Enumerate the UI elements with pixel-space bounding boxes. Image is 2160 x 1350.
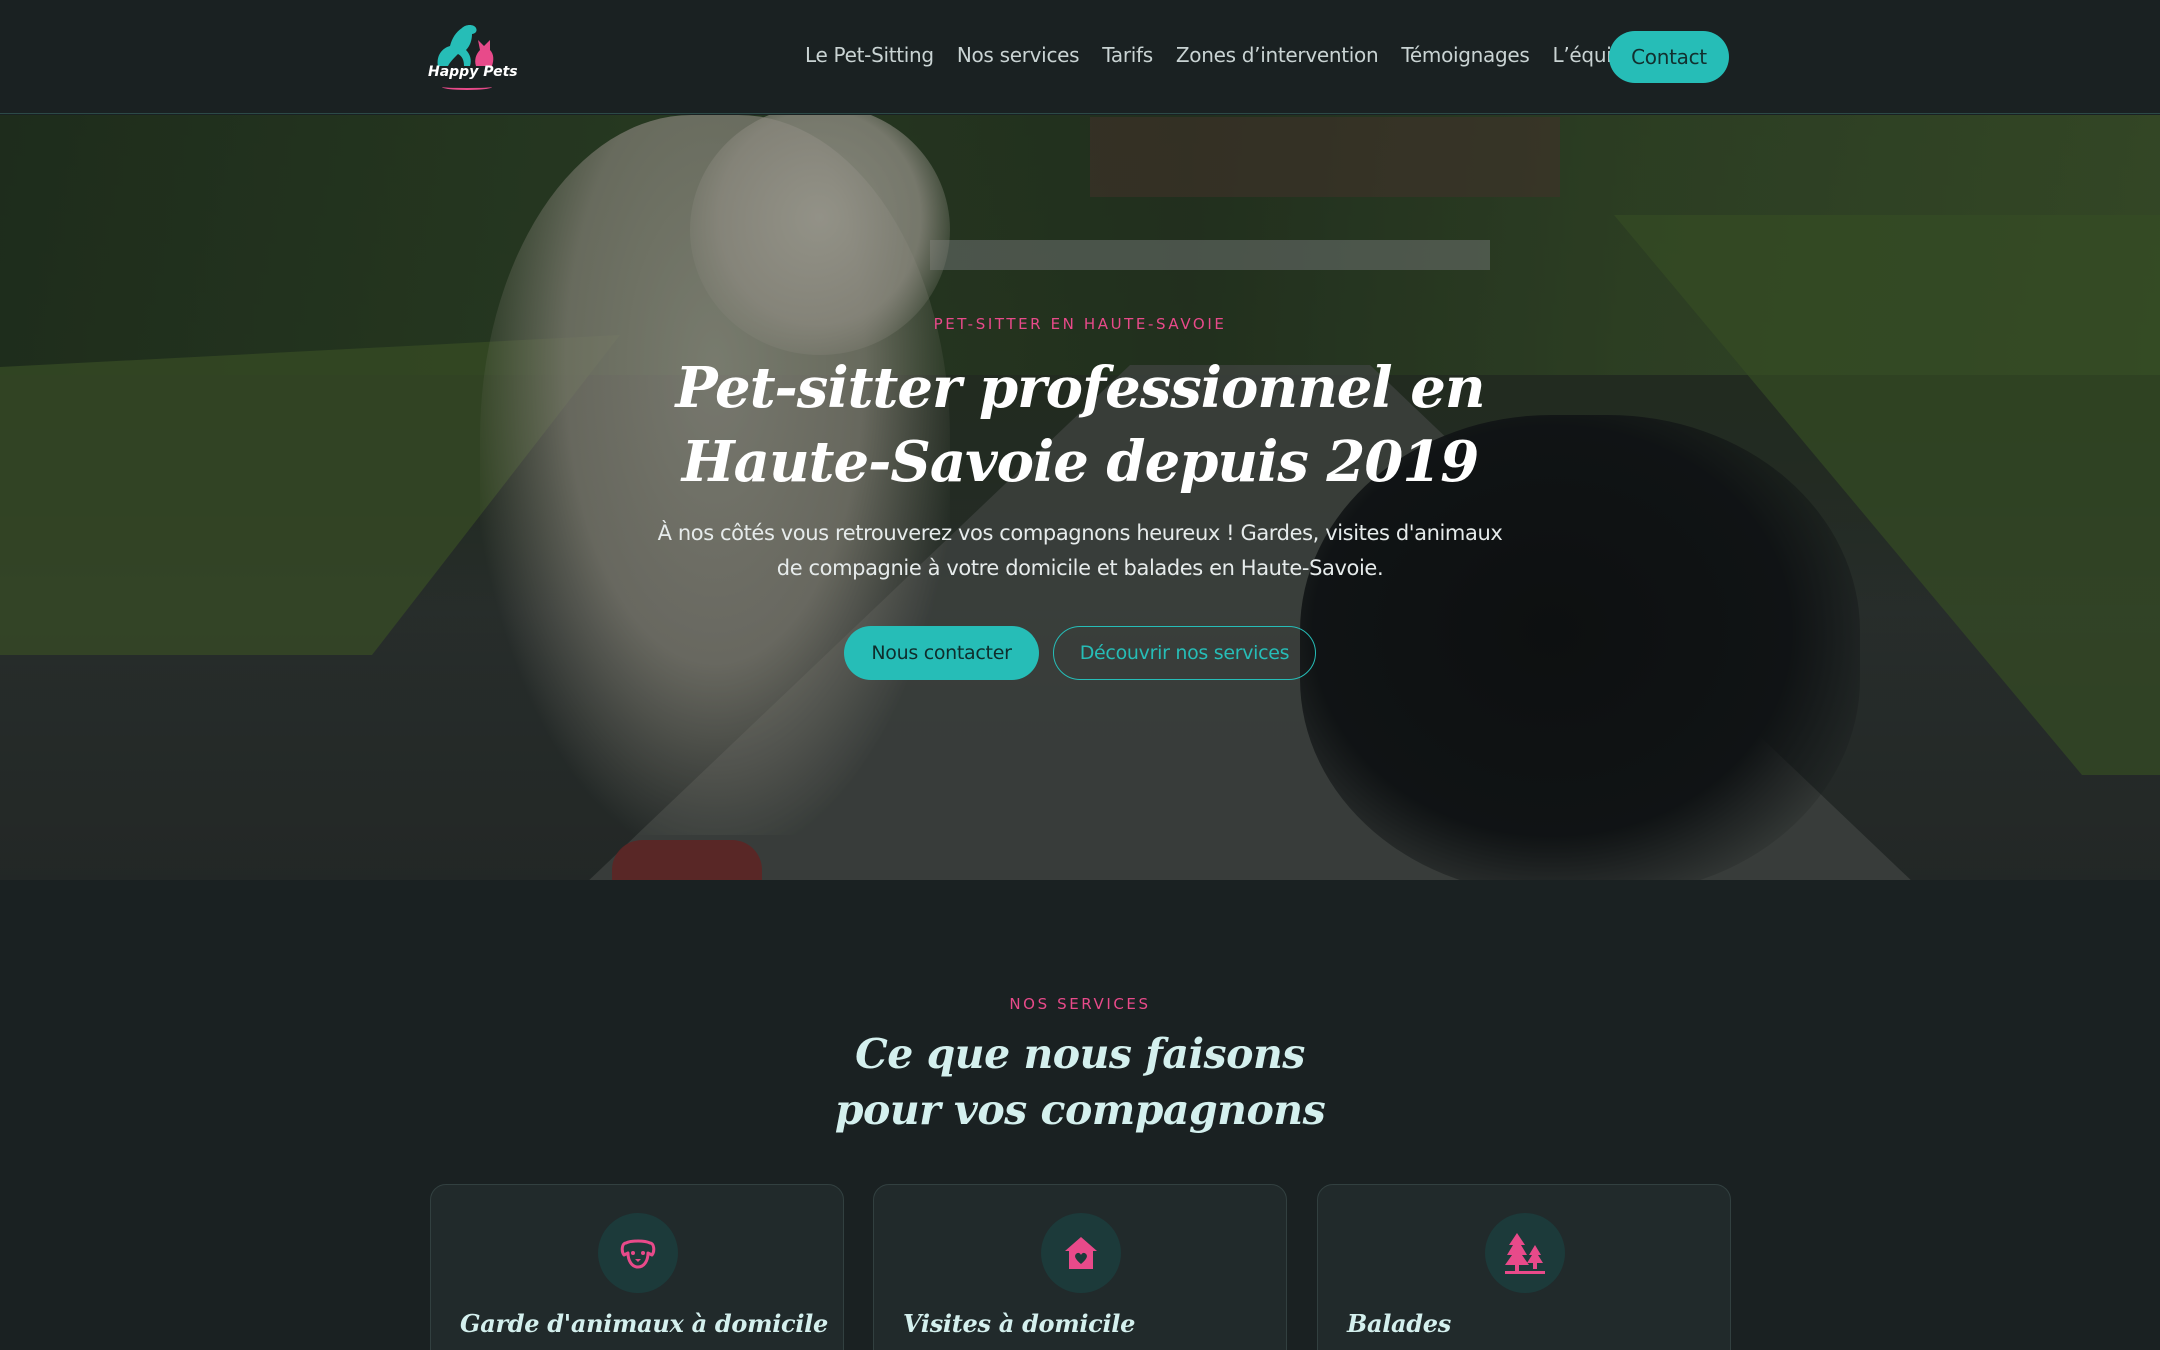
hero-title: Pet-sitter professionnel en Haute-Savoie… — [0, 351, 2160, 499]
nav-link-pet-sitting[interactable]: Le Pet-Sitting — [805, 43, 934, 67]
discover-services-button[interactable]: Découvrir nos services — [1053, 626, 1316, 680]
happy-pets-logo[interactable]: Happy Pets — [428, 20, 518, 96]
trees-icon — [1485, 1213, 1565, 1293]
contact-us-button[interactable]: Nous contacter — [844, 626, 1039, 680]
services-title: Ce que nous faisons pour vos compagnons — [0, 1026, 2160, 1138]
pets-silhouette-icon — [437, 25, 494, 66]
top-navbar: Happy Pets Le Pet-Sitting Nos services T… — [0, 0, 2160, 114]
logo-text: Happy Pets — [428, 64, 518, 80]
hero-subtitle-line-1: À nos côtés vous retrouverez vos compagn… — [657, 521, 1503, 545]
service-card-title: Balades — [1347, 1309, 1451, 1338]
service-card-garde[interactable]: Garde d'animaux à domicile — [430, 1184, 844, 1350]
service-card-title: Garde d'animaux à domicile — [460, 1309, 828, 1338]
nav-link-temoignages[interactable]: Témoignages — [1401, 43, 1529, 67]
hero-subtitle-line-2: de compagnie à votre domicile et balades… — [776, 556, 1384, 580]
nav-link-services[interactable]: Nos services — [957, 43, 1080, 67]
nav-link-tarifs[interactable]: Tarifs — [1102, 43, 1153, 67]
hero-title-line-2: Haute-Savoie depuis 2019 — [681, 429, 1479, 495]
hero-kicker: PET-SITTER EN HAUTE-SAVOIE — [933, 315, 1227, 333]
hero-section: PET-SITTER EN HAUTE-SAVOIE Pet-sitter pr… — [0, 115, 2160, 880]
dog-face-icon — [598, 1213, 678, 1293]
services-kicker: NOS SERVICES — [1009, 995, 1151, 1013]
hero-subtitle: À nos côtés vous retrouverez vos compagn… — [0, 516, 2160, 586]
nav-link-zones[interactable]: Zones d’intervention — [1176, 43, 1379, 67]
services-title-line-1: Ce que nous faisons — [855, 1030, 1305, 1078]
services-title-line-2: pour vos compagnons — [834, 1086, 1326, 1134]
main-menu: Le Pet-Sitting Nos services Tarifs Zones… — [805, 43, 1659, 67]
logo-swoosh — [442, 84, 492, 90]
house-heart-icon — [1041, 1213, 1121, 1293]
service-card-balades[interactable]: Balades — [1317, 1184, 1731, 1350]
contact-button[interactable]: Contact — [1609, 31, 1729, 83]
service-card-title: Visites à domicile — [903, 1309, 1136, 1338]
service-card-visites[interactable]: Visites à domicile — [873, 1184, 1287, 1350]
hero-title-line-1: Pet-sitter professionnel en — [675, 355, 1485, 421]
